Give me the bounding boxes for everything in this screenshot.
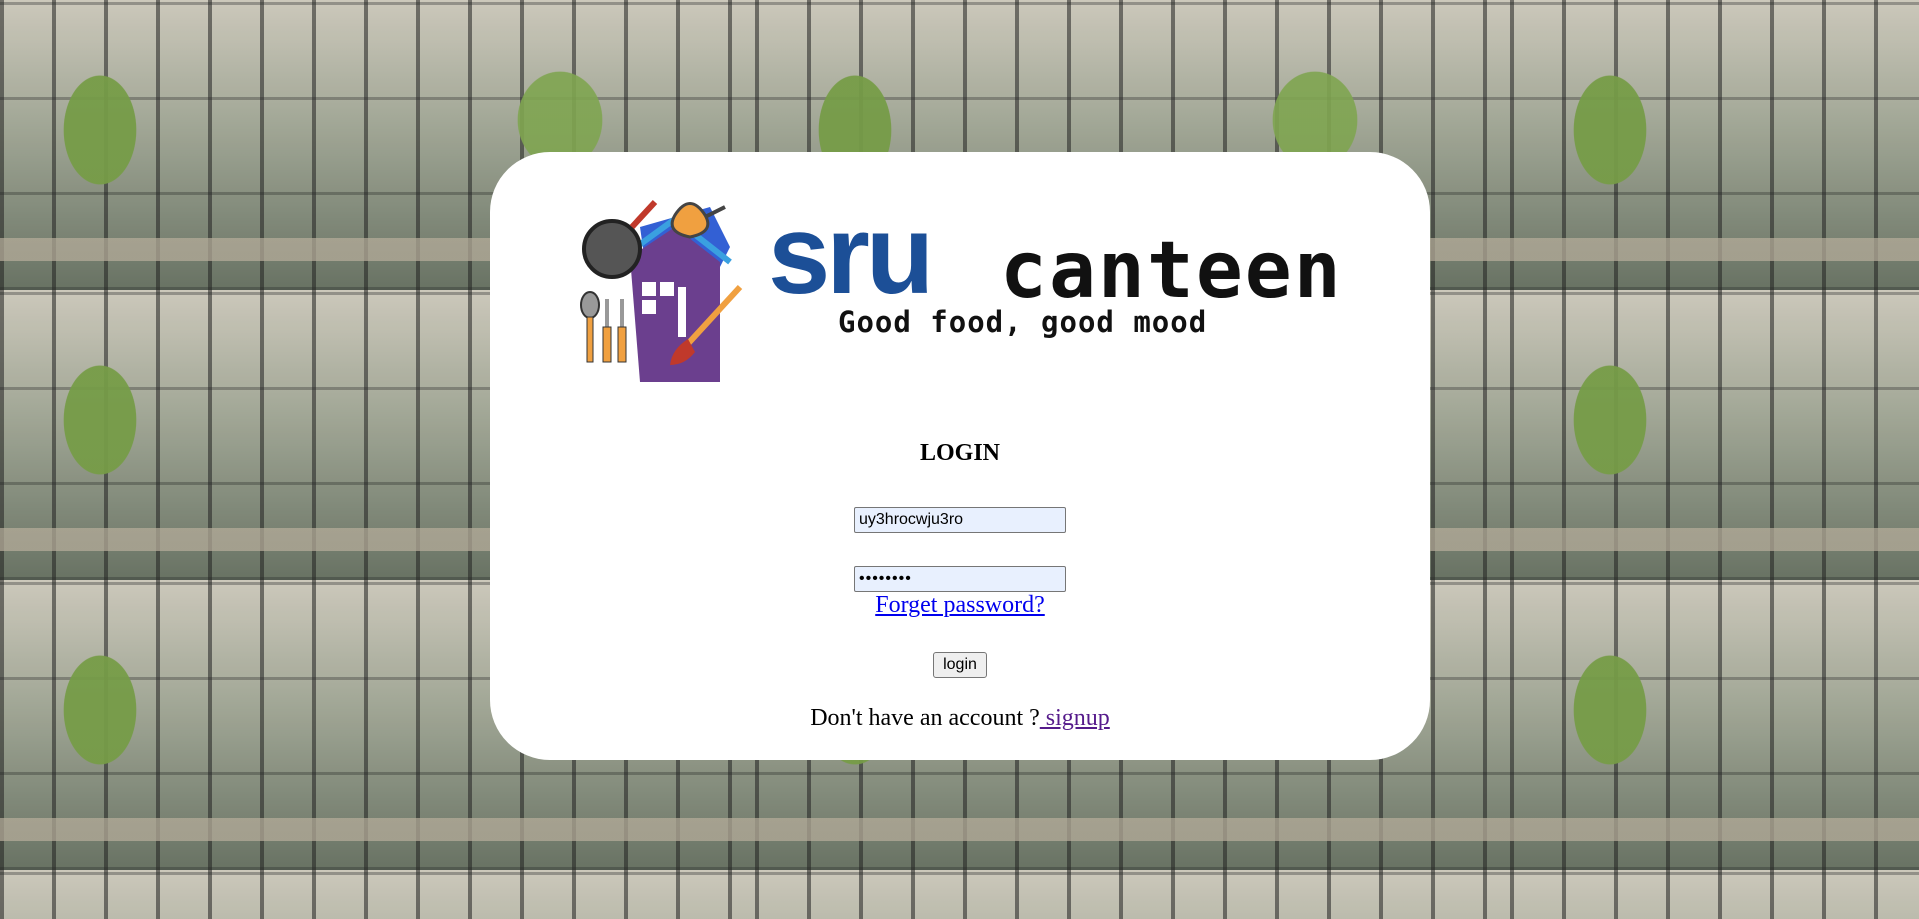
brand-name: sru bbox=[768, 192, 934, 317]
password-input[interactable] bbox=[854, 566, 1066, 592]
login-title: LOGIN bbox=[919, 440, 1000, 466]
brand-subname: canteen bbox=[1000, 226, 1343, 316]
brand-tagline: Good food, good mood bbox=[838, 305, 1208, 339]
signup-prompt: Don't have an account ? signup bbox=[490, 705, 1430, 732]
forgot-password-link[interactable]: Forget password? bbox=[490, 592, 1430, 619]
kitchen-icon bbox=[580, 199, 743, 382]
no-account-text: Don't have an account ? bbox=[810, 705, 1040, 731]
signup-link[interactable]: signup bbox=[1040, 705, 1110, 731]
username-input[interactable] bbox=[854, 507, 1066, 533]
login-card: sru canteen Good food, good mood LOGIN F… bbox=[490, 152, 1430, 760]
login-button[interactable]: login bbox=[933, 652, 987, 678]
sru-canteen-logo: sru canteen Good food, good mood bbox=[580, 187, 1360, 397]
